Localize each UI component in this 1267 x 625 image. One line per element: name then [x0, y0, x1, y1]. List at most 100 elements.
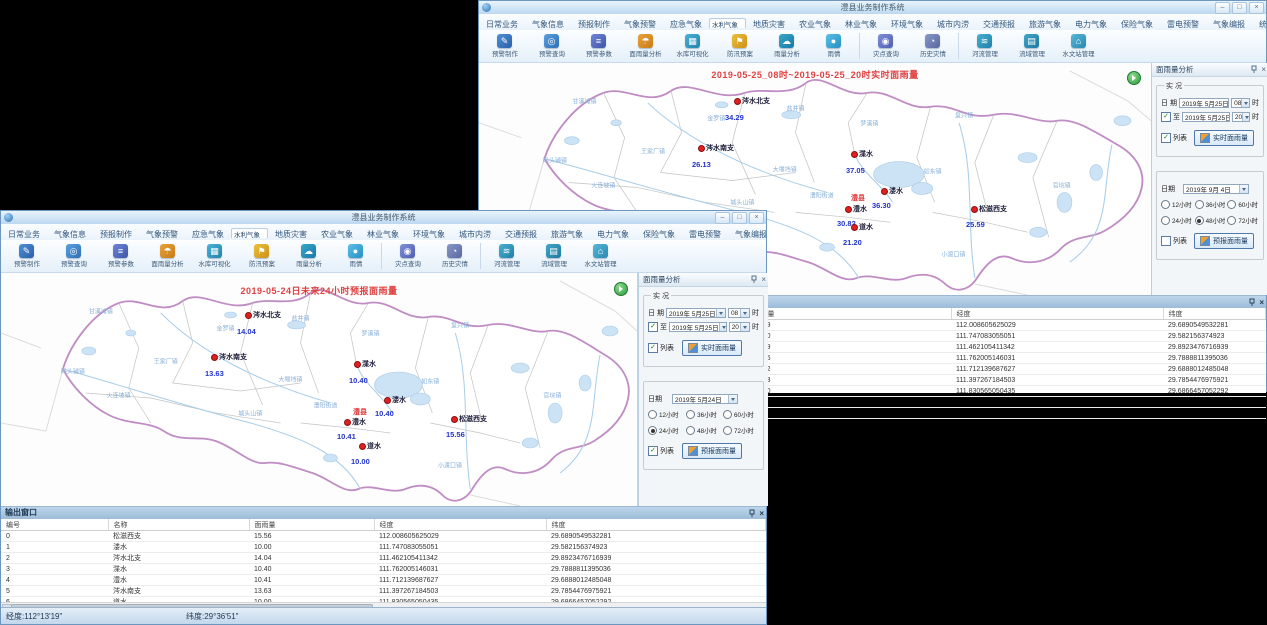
menu-tab-12[interactable]: 交通预报: [498, 226, 544, 241]
map-area[interactable]: 甘溪滩镇码头铺镇王家厂镇金罗镇盐井镇梦溪镇复兴镇大堰垱镇澧阳街道城头山镇如东镇官…: [1, 273, 638, 506]
menu-tab-15[interactable]: 保险气象: [1114, 16, 1160, 31]
station-dot[interactable]: [851, 151, 858, 158]
list-checkbox[interactable]: [648, 446, 658, 456]
menu-tab-12[interactable]: 交通预报: [976, 16, 1022, 31]
to-checkbox[interactable]: [648, 322, 658, 332]
realtime-rainfall-button[interactable]: 实时面雨量: [1194, 130, 1254, 146]
to-date-select[interactable]: 2019年 5月25日: [1182, 112, 1230, 122]
toolbar-button-11[interactable]: ≋河流管理: [483, 244, 530, 269]
toolbar-button-8[interactable]: ●雨情: [810, 34, 857, 59]
panel-close-icon[interactable]: ×: [761, 274, 766, 285]
duration-radio-36小时[interactable]: 36小时: [686, 410, 723, 419]
menu-tab-9[interactable]: 林业气象: [360, 226, 406, 241]
from-date-select[interactable]: 2019年 5月25日: [666, 308, 726, 318]
panel-close-icon[interactable]: ×: [1261, 64, 1266, 75]
menu-tab-14[interactable]: 电力气象: [590, 226, 636, 241]
station-dot[interactable]: [245, 312, 252, 319]
station-dot[interactable]: [881, 188, 888, 195]
toolbar-button-2[interactable]: ◎预警查询: [50, 244, 97, 269]
menu-tab-8[interactable]: 农业气象: [314, 226, 360, 241]
toolbar-button-12[interactable]: ▤流域管理: [1008, 34, 1055, 59]
menu-tab-4[interactable]: 气象预警: [139, 226, 185, 241]
realtime-rainfall-button[interactable]: 实时面雨量: [682, 340, 742, 356]
from-hour-select[interactable]: 08: [1231, 98, 1250, 108]
to-hour-select[interactable]: 20: [1232, 112, 1250, 122]
maximize-button[interactable]: □: [732, 212, 747, 224]
pin-icon[interactable]: [748, 509, 756, 518]
station-dot[interactable]: [354, 361, 361, 368]
table-row[interactable]: 1溇水10.00111.74708305505129.582156374923: [1, 542, 766, 553]
menu-tab-11[interactable]: 城市内涝: [452, 226, 498, 241]
menu-tab-13[interactable]: 旅游气象: [1022, 16, 1068, 31]
duration-radio-72小时[interactable]: 72小时: [723, 426, 760, 435]
toolbar-button-2[interactable]: ◎预警查询: [528, 34, 575, 59]
forecast-date-select[interactable]: 2019年 5月24日: [672, 394, 738, 404]
col-header-longitude[interactable]: 经度: [374, 519, 546, 531]
toolbar-button-5[interactable]: ▦水库可视化: [191, 244, 238, 269]
list-checkbox[interactable]: [648, 343, 658, 353]
toolbar-button-6[interactable]: ⚑防汛预案: [238, 244, 285, 269]
station-dot[interactable]: [845, 206, 852, 213]
pin-icon[interactable]: [1250, 65, 1258, 74]
col-header-longitude[interactable]: 经度: [951, 308, 1163, 320]
duration-radio-24小时[interactable]: 24小时: [648, 426, 686, 435]
toolbar-button-13[interactable]: ⌂水文站管理: [577, 244, 624, 269]
to-hour-select[interactable]: 20: [729, 322, 750, 332]
toolbar-button-11[interactable]: ≋河流管理: [961, 34, 1008, 59]
duration-radio-60小时[interactable]: 60小时: [1227, 200, 1260, 209]
pin-icon[interactable]: [1248, 298, 1256, 307]
menu-tab-17[interactable]: 气象编报: [728, 226, 766, 241]
list-checkbox[interactable]: [1161, 236, 1171, 246]
toolbar-button-10[interactable]: ◔历史灾情: [909, 34, 956, 59]
minimize-button[interactable]: –: [715, 212, 730, 224]
toolbar-button-12[interactable]: ▤流域管理: [530, 244, 577, 269]
toolbar-button-13[interactable]: ⌂水文站管理: [1055, 34, 1102, 59]
from-hour-select[interactable]: 08: [728, 308, 750, 318]
to-date-select[interactable]: 2019年 5月25日: [669, 322, 727, 332]
menu-tab-11[interactable]: 城市内涝: [930, 16, 976, 31]
col-header-name[interactable]: 名称: [108, 519, 249, 531]
menu-tab-13[interactable]: 旅游气象: [544, 226, 590, 241]
toolbar-button-4[interactable]: ☂面雨量分析: [622, 34, 669, 59]
menu-tab-6[interactable]: 水利气象: [709, 18, 746, 28]
duration-radio-24小时[interactable]: 24小时: [1161, 216, 1195, 225]
menu-tab-14[interactable]: 电力气象: [1068, 16, 1114, 31]
menu-tab-15[interactable]: 保险气象: [636, 226, 682, 241]
duration-radio-36小时[interactable]: 36小时: [1195, 200, 1228, 209]
menu-tab-16[interactable]: 雷电预警: [1160, 16, 1206, 31]
station-dot[interactable]: [971, 206, 978, 213]
menu-tab-17[interactable]: 气象编报: [1206, 16, 1252, 31]
map-locate-button[interactable]: [1127, 71, 1141, 85]
toolbar-button-5[interactable]: ▦水库可视化: [669, 34, 716, 59]
menu-tab-1[interactable]: 日常业务: [1, 226, 47, 241]
duration-radio-48小时[interactable]: 48小时: [686, 426, 723, 435]
station-dot[interactable]: [344, 419, 351, 426]
duration-radio-60小时[interactable]: 60小时: [723, 410, 760, 419]
title-bar[interactable]: 澧县业务制作系统 – □ ×: [479, 1, 1266, 15]
from-date-select[interactable]: 2019年 5月25日: [1179, 98, 1229, 108]
toolbar-button-4[interactable]: ☂面雨量分析: [144, 244, 191, 269]
col-header-latitude[interactable]: 纬度: [1163, 308, 1266, 320]
forecast-rainfall-button[interactable]: 预报面雨量: [1194, 233, 1254, 249]
toolbar-button-9[interactable]: ◉灾点查询: [384, 244, 431, 269]
toolbar-button-3[interactable]: ≡预警参数: [97, 244, 144, 269]
minimize-button[interactable]: –: [1215, 2, 1230, 14]
map-locate-button[interactable]: [614, 282, 628, 296]
toolbar-button-6[interactable]: ⚑防汛预案: [716, 34, 763, 59]
list-checkbox[interactable]: [1161, 133, 1171, 143]
station-dot[interactable]: [211, 354, 218, 361]
panel-header[interactable]: 面雨量分析 ×: [1152, 63, 1267, 77]
title-bar[interactable]: 澧县业务制作系统 – □ ×: [1, 211, 766, 225]
toolbar-button-1[interactable]: ✎预警制作: [3, 244, 50, 269]
maximize-button[interactable]: □: [1232, 2, 1247, 14]
menu-tab-2[interactable]: 气象信息: [525, 16, 571, 31]
duration-radio-12小时[interactable]: 12小时: [1161, 200, 1195, 209]
menu-tab-9[interactable]: 林业气象: [838, 16, 884, 31]
close-button[interactable]: ×: [1249, 2, 1264, 14]
menu-tab-10[interactable]: 环境气象: [884, 16, 930, 31]
menu-tab-3[interactable]: 预报制作: [571, 16, 617, 31]
menu-tab-5[interactable]: 应急气象: [185, 226, 231, 241]
table-row[interactable]: 2涔水北支14.04111.46210541134229.89234767169…: [1, 553, 766, 564]
output-panel-header[interactable]: 输出窗口 ×: [1, 507, 766, 519]
toolbar-button-7[interactable]: ☁雨量分析: [763, 34, 810, 59]
